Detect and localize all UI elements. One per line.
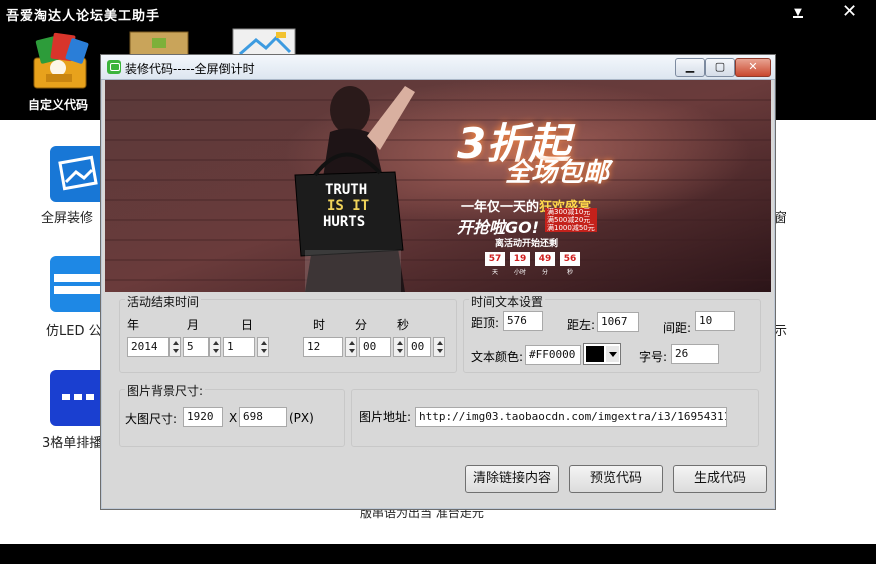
text-color-label: 文本颜色:: [471, 350, 524, 364]
countdown-unit-hours: 小时: [513, 269, 526, 276]
second-spinner[interactable]: [433, 337, 445, 357]
big-image-size-label: 大图尺寸:: [125, 412, 178, 426]
year-input[interactable]: 2014: [127, 337, 169, 357]
countdown-minutes: 49: [535, 252, 555, 266]
left-offset-input[interactable]: 1067: [597, 312, 639, 332]
bag-text-3: HURTS: [323, 214, 366, 230]
banner-tagline: 一年仅一天的: [461, 200, 540, 215]
maximize-icon: ▢: [714, 60, 726, 73]
led-notice-label: 仿LED 公: [46, 324, 102, 339]
bag-text-1: TRUTH: [325, 182, 368, 198]
coupon-2: 满500减20元: [545, 216, 597, 224]
countdown-seconds: 56: [560, 252, 580, 266]
size-unit-label: (PX): [289, 411, 314, 425]
dialog-minimize-button[interactable]: ▁: [675, 58, 705, 77]
spacing-label: 间距:: [663, 321, 692, 335]
dropdown-arrow: [606, 346, 619, 362]
color-picker-dropdown[interactable]: [583, 343, 621, 365]
day-spinner[interactable]: [257, 337, 269, 357]
chevron-down-icon: [609, 352, 617, 357]
month-label: 月: [187, 318, 200, 332]
bag-text-2: IS IT: [327, 198, 370, 214]
custom-code-label: 自定义代码: [28, 98, 89, 112]
three-dots-icon: [62, 394, 94, 400]
top-offset-label: 距顶:: [471, 316, 500, 330]
dialog-title: 装修代码-----全屏倒计时: [125, 62, 255, 76]
left-offset-label: 距左:: [567, 318, 596, 332]
year-label: 年: [127, 318, 140, 332]
image-url-input[interactable]: http://img03.taobaocdn.com/imgextra/i3/1…: [415, 407, 727, 427]
minute-label: 分: [355, 318, 368, 332]
led-bar-icon: [54, 274, 106, 294]
minimize-icon: ▁: [685, 60, 695, 73]
image-width-input[interactable]: 1920: [183, 407, 223, 427]
end-time-legend: 活动结束时间: [125, 293, 202, 310]
app-minimize-button[interactable]: ▼: [790, 4, 806, 20]
countdown-unit-minutes: 分: [541, 269, 548, 276]
banner-subheadline: 全场包邮: [505, 158, 610, 188]
color-swatch: [586, 346, 604, 362]
countdown-unit-days: 天: [491, 269, 498, 276]
day-label: 日: [241, 318, 254, 332]
font-size-input[interactable]: 26: [671, 344, 719, 364]
time-text-legend: 时间文本设置: [469, 293, 546, 310]
dialog-maximize-button[interactable]: ▢: [705, 58, 735, 77]
three-grid-label: 3格单排播: [42, 436, 103, 451]
banner-preview: TRUTH IS IT HURTS 3折起 全场包邮 一年仅一天的狂欢盛宴 开抢…: [105, 80, 771, 292]
preview-code-button[interactable]: 预览代码: [569, 465, 663, 493]
app-title: 吾爱淘达人论坛美工助手: [6, 9, 161, 24]
top-offset-input[interactable]: 576: [503, 311, 543, 331]
end-time-group: [119, 299, 457, 373]
countdown-label: 离活动开始还剩: [495, 239, 559, 249]
hour-label: 时: [313, 318, 326, 332]
size-x-label: X: [229, 411, 238, 425]
banner-cta: 开抢啦GO!: [457, 218, 540, 237]
toolbox-icon: [33, 32, 89, 89]
clear-link-button[interactable]: 清除链接内容: [465, 465, 559, 493]
month-spinner[interactable]: [209, 337, 221, 357]
hour-input[interactable]: 12: [303, 337, 343, 357]
close-icon: ✕: [748, 60, 758, 73]
minute-input[interactable]: 00: [359, 337, 391, 357]
minute-spinner[interactable]: [393, 337, 405, 357]
custom-code-tool[interactable]: [28, 30, 92, 89]
year-spinner[interactable]: [169, 337, 181, 357]
banner-background: [105, 80, 771, 292]
day-input[interactable]: 1: [223, 337, 255, 357]
decor-code-dialog: 装修代码-----全屏倒计时 ▁ ▢ ✕ TRUTH IS IT HURTS 3…: [100, 54, 776, 510]
image-url-label: 图片地址:: [359, 410, 412, 424]
fullscreen-decor-label: 全屏装修: [41, 211, 94, 226]
led-notice-tile[interactable]: [50, 256, 106, 312]
font-size-label: 字号:: [639, 350, 668, 364]
text-color-input[interactable]: #FF0000: [525, 345, 581, 365]
second-input[interactable]: 00: [407, 337, 431, 357]
coupon-1: 满300减10元: [545, 208, 597, 216]
app-close-button[interactable]: ✕: [842, 3, 857, 21]
second-label: 秒: [397, 318, 410, 332]
gallery-icon: [58, 155, 98, 191]
dialog-close-button[interactable]: ✕: [735, 58, 771, 77]
app-icon: [107, 60, 121, 74]
image-height-input[interactable]: 698: [239, 407, 287, 427]
dialog-titlebar[interactable]: 装修代码-----全屏倒计时 ▁ ▢ ✕: [101, 55, 775, 80]
fullscreen-decor-tile[interactable]: [50, 146, 106, 202]
spacing-input[interactable]: 10: [695, 311, 735, 331]
close-icon: ✕: [842, 1, 858, 22]
countdown-hours: 19: [510, 252, 530, 266]
coupon-3: 满1000减50元: [545, 224, 597, 232]
countdown-unit-seconds: 秒: [566, 269, 573, 276]
image-size-legend: 图片背景尺寸:: [125, 382, 206, 399]
three-grid-tile[interactable]: [50, 370, 106, 426]
month-input[interactable]: 5: [183, 337, 209, 357]
hour-spinner[interactable]: [345, 337, 357, 357]
generate-code-button[interactable]: 生成代码: [673, 465, 767, 493]
countdown-days: 57: [485, 252, 505, 266]
